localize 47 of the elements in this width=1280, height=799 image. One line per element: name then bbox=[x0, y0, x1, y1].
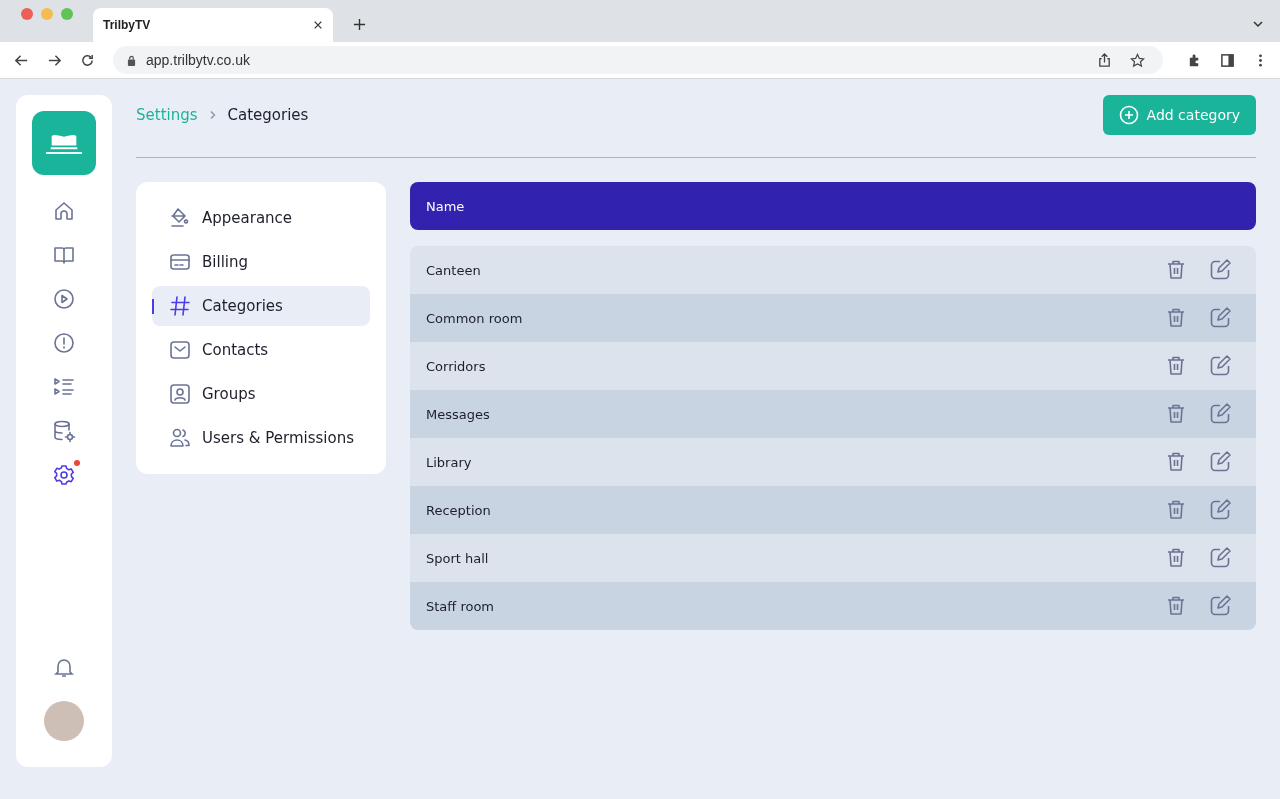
table-cell-text: Corridors bbox=[426, 358, 487, 374]
users-icon bbox=[168, 426, 192, 450]
person-square-icon bbox=[168, 382, 192, 406]
table-cell-text: Staff room bbox=[426, 598, 496, 614]
edit-icon[interactable] bbox=[1208, 546, 1232, 570]
column-header: Name bbox=[426, 198, 465, 214]
side-panel-icon[interactable] bbox=[1220, 52, 1235, 68]
edit-icon[interactable] bbox=[1208, 498, 1232, 522]
breadcrumb-current: Categories bbox=[227, 106, 309, 124]
star-icon[interactable] bbox=[1130, 52, 1145, 68]
edit-icon[interactable] bbox=[1208, 594, 1232, 618]
share-icon[interactable] bbox=[1097, 52, 1112, 68]
table-cell-text: Library bbox=[426, 454, 473, 470]
envelope-icon bbox=[168, 338, 192, 362]
edit-icon[interactable] bbox=[1208, 402, 1232, 426]
table-cell-text: Common room bbox=[426, 310, 524, 326]
edit-icon[interactable] bbox=[1208, 354, 1232, 378]
settings-menu-item[interactable]: Groups bbox=[152, 374, 370, 414]
address-bar[interactable]: app.trilbytv.co.uk bbox=[113, 46, 1163, 74]
house-icon[interactable] bbox=[52, 199, 76, 223]
plus-circle-icon bbox=[1118, 105, 1139, 125]
database-gear-icon[interactable] bbox=[52, 419, 76, 443]
settings-menu-item[interactable]: Categories bbox=[152, 286, 370, 326]
settings-menu-item[interactable]: Appearance bbox=[152, 198, 370, 238]
close-window-icon[interactable] bbox=[21, 7, 33, 20]
settings-icon[interactable] bbox=[52, 463, 76, 487]
reload-icon[interactable] bbox=[80, 52, 95, 68]
settings-menu-item[interactable]: Billing bbox=[152, 242, 370, 282]
table-cell-text: Sport hall bbox=[426, 550, 490, 566]
selection-indicator bbox=[152, 299, 154, 314]
alert-circle-icon[interactable] bbox=[52, 331, 76, 355]
edit-icon[interactable] bbox=[1208, 450, 1232, 474]
browser-tab[interactable]: TrilbyTV bbox=[93, 8, 333, 42]
edit-icon[interactable] bbox=[1208, 306, 1232, 330]
close-icon[interactable] bbox=[313, 20, 323, 30]
settings-menu-item[interactable]: Contacts bbox=[152, 330, 370, 370]
table-cell-text: Canteen bbox=[426, 262, 482, 278]
chevron-down-icon[interactable] bbox=[1252, 18, 1264, 30]
lock-icon bbox=[127, 54, 136, 66]
settings-menu-item[interactable]: Users & Permissions bbox=[152, 418, 370, 458]
plus-icon[interactable] bbox=[353, 18, 366, 31]
table-cell-text: Messages bbox=[426, 406, 491, 422]
edit-icon[interactable] bbox=[1208, 258, 1232, 282]
app-logo[interactable] bbox=[32, 111, 96, 175]
hash-icon bbox=[168, 294, 192, 318]
play-circle-icon[interactable] bbox=[52, 287, 76, 311]
table-cell-text: Reception bbox=[426, 502, 492, 518]
